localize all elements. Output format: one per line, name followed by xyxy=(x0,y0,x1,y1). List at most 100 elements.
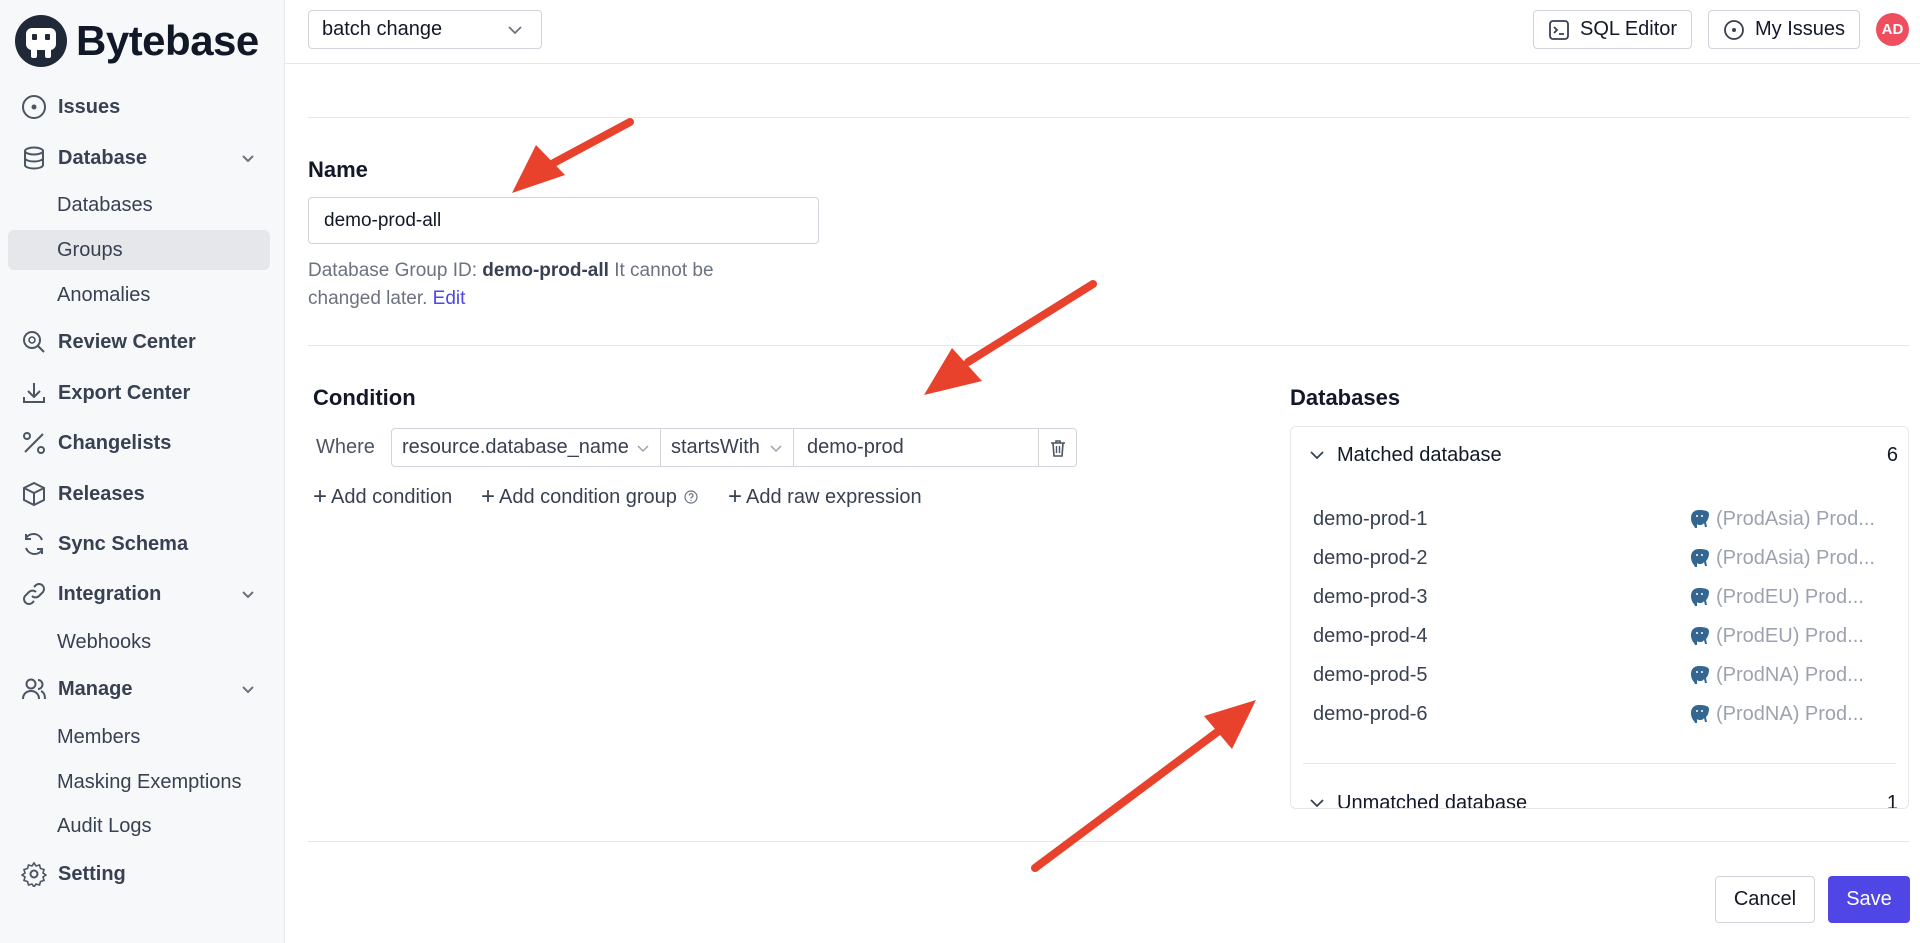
list-item[interactable]: demo-prod-5 (ProdNA) Prod... xyxy=(1313,659,1883,691)
help-circle-icon[interactable] xyxy=(684,490,698,504)
group-id-help: Database Group ID: demo-prod-all It cann… xyxy=(308,257,778,313)
plus-icon: + xyxy=(481,483,496,510)
postgres-icon xyxy=(1691,588,1709,606)
edit-id-link[interactable]: Edit xyxy=(433,288,466,309)
condition-value-input[interactable]: demo-prod xyxy=(794,428,1039,467)
list-item[interactable]: demo-prod-1 (ProdAsia) Prod... xyxy=(1313,503,1883,535)
list-item[interactable]: demo-prod-4 (ProdEU) Prod... xyxy=(1313,620,1883,652)
add-condition-group-button[interactable]: + Add condition group xyxy=(481,485,698,509)
condition-field-select[interactable]: resource.database_name xyxy=(391,428,661,467)
link-icon xyxy=(20,580,48,608)
divider xyxy=(308,345,1909,346)
database-name: demo-prod-1 xyxy=(1313,507,1428,530)
sidebar-item-label: Export Center xyxy=(58,381,191,404)
sidebar-item-label: Integration xyxy=(58,582,162,605)
unmatched-database-label: Unmatched database xyxy=(1337,791,1528,809)
add-condition-label: Add condition xyxy=(331,485,453,508)
matched-count: 6 xyxy=(1886,443,1898,466)
project-select[interactable]: batch change xyxy=(308,10,542,49)
sidebar-item-databases[interactable]: Databases xyxy=(8,185,270,225)
instance-label: (ProdAsia) Prod... xyxy=(1688,547,1878,570)
my-issues-button[interactable]: My Issues xyxy=(1708,10,1861,49)
sidebar-item-label: Database xyxy=(58,146,147,169)
sidebar-item-audit-logs[interactable]: Audit Logs xyxy=(8,806,270,846)
chevron-down-icon xyxy=(242,591,254,599)
group-name-input[interactable]: demo-prod-all xyxy=(308,197,819,244)
sidebar-item-groups[interactable]: Groups xyxy=(8,230,270,270)
sql-editor-button[interactable]: SQL Editor xyxy=(1533,10,1693,49)
sidebar-item-label: Sync Schema xyxy=(58,532,189,555)
sidebar-item-database[interactable]: Database xyxy=(8,138,270,178)
divider xyxy=(308,841,1909,842)
name-label: Name xyxy=(308,157,368,182)
database-name: demo-prod-4 xyxy=(1313,624,1428,647)
package-icon xyxy=(20,480,48,508)
group-id-value: demo-prod-all xyxy=(482,260,609,281)
database-icon xyxy=(20,144,48,172)
instance-name: (ProdEU) Prod... xyxy=(1716,624,1864,647)
gear-icon xyxy=(20,860,48,888)
sidebar-item-integration[interactable]: Integration xyxy=(8,574,270,614)
sidebar-item-label: Manage xyxy=(58,677,133,700)
condition-operator-select[interactable]: startsWith xyxy=(661,428,794,467)
add-condition-group-label: Add condition group xyxy=(499,485,677,508)
instance-label: (ProdNA) Prod... xyxy=(1688,664,1878,687)
users-icon xyxy=(20,675,48,703)
list-item[interactable]: demo-prod-2 (ProdAsia) Prod... xyxy=(1313,542,1883,574)
database-name: demo-prod-6 xyxy=(1313,702,1428,725)
sidebar-item-changelists[interactable]: Changelists xyxy=(8,423,270,463)
sidebar-item-review-center[interactable]: Review Center xyxy=(8,322,270,362)
matched-database-header[interactable]: Matched database 6 xyxy=(1291,435,1908,475)
sidebar-item-masking-exemptions[interactable]: Masking Exemptions xyxy=(8,762,270,802)
list-item[interactable]: demo-prod-3 (ProdEU) Prod... xyxy=(1313,581,1883,613)
instance-name: (ProdNA) Prod... xyxy=(1716,702,1864,725)
postgres-icon xyxy=(1691,549,1709,567)
sidebar-item-label: Setting xyxy=(58,862,126,885)
sidebar-item-label: Review Center xyxy=(58,330,196,353)
sidebar-item-sync-schema[interactable]: Sync Schema xyxy=(8,524,270,564)
sidebar-item-anomalies[interactable]: Anomalies xyxy=(8,275,270,315)
changelist-icon xyxy=(20,429,48,457)
brand-logo[interactable]: Bytebase xyxy=(14,14,259,68)
terminal-icon xyxy=(1549,19,1569,40)
instance-name: (ProdAsia) Prod... xyxy=(1716,546,1875,569)
add-raw-expression-label: Add raw expression xyxy=(746,485,922,508)
save-button[interactable]: Save xyxy=(1828,876,1910,923)
brand-name: Bytebase xyxy=(76,17,259,64)
sidebar-item-export-center[interactable]: Export Center xyxy=(8,373,270,413)
databases-panel: Matched database 6 demo-prod-1 (ProdAsia… xyxy=(1290,426,1909,809)
sidebar-item-webhooks[interactable]: Webhooks xyxy=(8,622,270,662)
add-raw-expression-button[interactable]: + Add raw expression xyxy=(728,485,922,509)
sidebar-item-label: Issues xyxy=(58,95,121,118)
sidebar: Bytebase Issues Database Databases Group… xyxy=(0,0,285,943)
sidebar-item-members[interactable]: Members xyxy=(8,717,270,757)
instance-name: (ProdEU) Prod... xyxy=(1716,585,1864,608)
cancel-button[interactable]: Cancel xyxy=(1715,876,1815,923)
divider xyxy=(308,117,1909,118)
database-name: demo-prod-5 xyxy=(1313,663,1428,686)
condition-row: resource.database_name startsWith demo-p… xyxy=(391,428,1077,467)
list-item[interactable]: demo-prod-6 (ProdNA) Prod... xyxy=(1313,698,1883,730)
annotation-arrow xyxy=(924,280,1097,395)
condition-label: Condition xyxy=(313,385,416,410)
bytebase-logo-icon xyxy=(15,15,67,67)
postgres-icon xyxy=(1691,510,1709,528)
condition-operator-value: startsWith xyxy=(671,436,760,458)
group-id-prefix: Database Group ID: xyxy=(308,260,477,281)
sidebar-item-manage[interactable]: Manage xyxy=(8,669,270,709)
matched-database-label: Matched database xyxy=(1337,443,1502,466)
unmatched-database-header[interactable]: Unmatched database 1 xyxy=(1291,783,1908,809)
sidebar-item-issues[interactable]: Issues xyxy=(8,87,270,127)
instance-name: (ProdNA) Prod... xyxy=(1716,663,1864,686)
instance-label: (ProdEU) Prod... xyxy=(1688,625,1878,648)
sidebar-item-releases[interactable]: Releases xyxy=(8,474,270,514)
avatar[interactable]: AD xyxy=(1876,13,1909,46)
add-condition-button[interactable]: + Add condition xyxy=(313,485,452,509)
circle-dot-icon xyxy=(20,93,48,121)
sidebar-item-setting[interactable]: Setting xyxy=(8,854,270,894)
plus-icon: + xyxy=(728,483,743,510)
sql-editor-label: SQL Editor xyxy=(1580,18,1678,40)
chevron-down-icon xyxy=(242,155,254,163)
delete-condition-button[interactable] xyxy=(1039,428,1077,467)
circle-dot-icon xyxy=(1724,19,1744,40)
